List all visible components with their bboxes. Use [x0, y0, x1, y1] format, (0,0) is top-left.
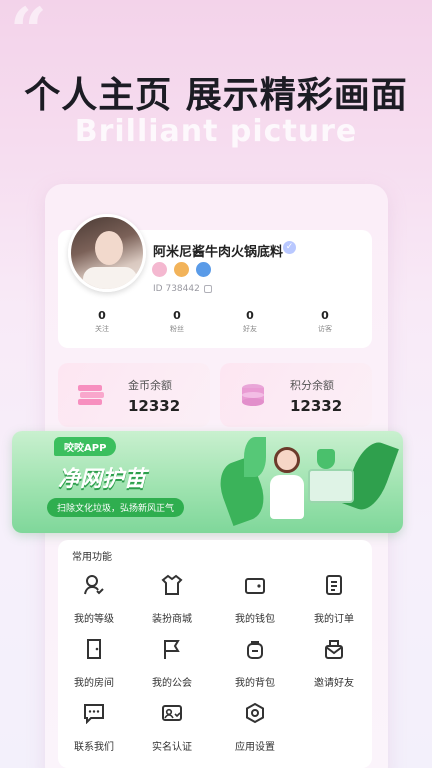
verified-icon: ✓: [283, 241, 296, 254]
user-check-icon: [84, 575, 104, 595]
banner-subtitle: 扫除文化垃圾，弘扬新风正气: [47, 498, 185, 517]
id-card-icon: [162, 705, 182, 721]
feature-contact-us[interactable]: 联系我们: [64, 702, 124, 753]
monitor-icon: [308, 469, 354, 503]
avatar-shirt: [83, 267, 137, 289]
user-id: ID 738442: [153, 284, 200, 294]
feature-my-guild[interactable]: 我的公会: [142, 638, 202, 689]
decorative-quote-mark: “: [10, 0, 47, 69]
girl-illustration-body: [270, 475, 304, 519]
flag-icon: [164, 640, 180, 659]
coin-stack-icon: [78, 385, 104, 405]
profile-name: 阿米尼酱牛肉火锅底料: [153, 245, 284, 260]
avatar-face: [95, 231, 123, 265]
points-balance-label: 积分余额: [290, 379, 334, 392]
promo-subheadline: Brilliant picture: [74, 114, 358, 149]
stat-visitors[interactable]: 0 访客: [300, 309, 350, 334]
points-balance-value: 12332: [290, 397, 343, 415]
feature-my-room[interactable]: 我的房间: [64, 638, 124, 689]
points-stack-icon: [242, 384, 264, 406]
features-title: 常用功能: [72, 552, 112, 563]
coin-balance-card[interactable]: 金币余额 12332: [58, 363, 210, 427]
copy-id-icon[interactable]: [204, 285, 212, 293]
shirt-icon: [161, 574, 183, 595]
order-list-icon: [326, 575, 342, 595]
shield-icon: [317, 449, 335, 469]
coin-balance-label: 金币余额: [128, 379, 172, 392]
promo-headline: 个人主页 展示精彩画面: [24, 75, 408, 116]
chat-icon: [84, 704, 104, 725]
wallet-icon: [245, 578, 265, 594]
feature-dress-shop[interactable]: 装扮商城: [142, 574, 202, 625]
feature-my-backpack[interactable]: 我的背包: [225, 638, 285, 689]
backpack-icon: [247, 641, 263, 659]
feature-my-wallet[interactable]: 我的钱包: [225, 574, 285, 625]
banner-app-tag: 咬咬APP: [54, 437, 117, 456]
feature-my-orders[interactable]: 我的订单: [304, 574, 364, 625]
noble-badge-icon: [196, 262, 211, 277]
stat-friends[interactable]: 0 好友: [225, 309, 275, 334]
feature-invite-friends[interactable]: 邀请好友: [304, 638, 364, 689]
points-balance-card[interactable]: 积分余额 12332: [220, 363, 372, 427]
vip-badge-icon: [174, 262, 189, 277]
settings-hexagon-icon: [246, 702, 264, 724]
stat-following[interactable]: 0 关注: [77, 309, 127, 334]
invite-envelope-icon: [325, 640, 343, 659]
door-icon: [87, 639, 101, 659]
promo-banner[interactable]: 咬咬APP 净网护苗 扫除文化垃圾，弘扬新风正气: [12, 431, 403, 533]
avatar[interactable]: [68, 214, 146, 292]
stat-fans[interactable]: 0 粉丝: [152, 309, 202, 334]
feature-real-name-auth[interactable]: 实名认证: [142, 702, 202, 753]
coin-balance-value: 12332: [128, 397, 181, 415]
feature-app-settings[interactable]: 应用设置: [225, 702, 285, 753]
feature-my-level[interactable]: 我的等级: [64, 574, 124, 625]
girl-illustration-head: [274, 447, 300, 473]
level-badge-icon: [152, 262, 167, 277]
banner-title: 净网护苗: [58, 467, 147, 492]
leaf-decoration-icon: [244, 437, 266, 477]
